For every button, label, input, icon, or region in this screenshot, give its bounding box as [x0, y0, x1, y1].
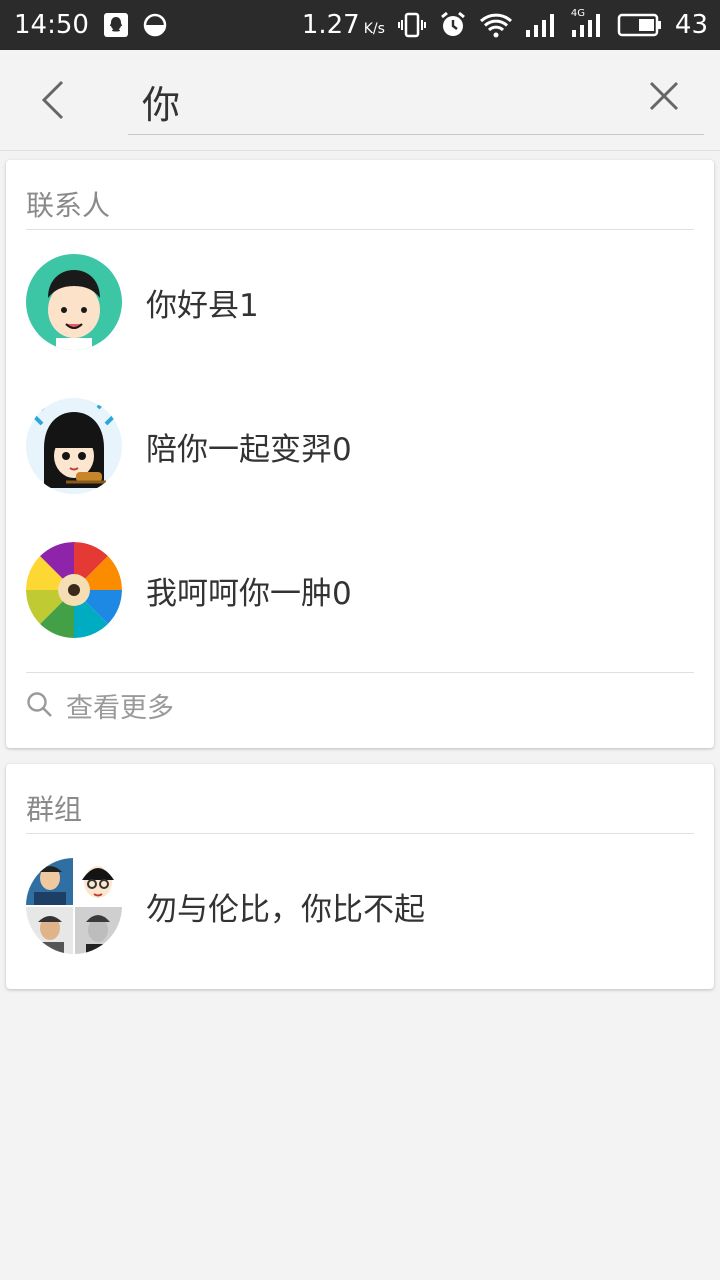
- signal-4g-icon: 4G: [571, 8, 605, 38]
- alarm-icon: [439, 11, 467, 39]
- contact-name: 我呵呵你一肿0: [146, 575, 352, 612]
- speed-value: 1.27: [301, 10, 360, 40]
- groups-card: 群组 勿与伦比，你比不起: [6, 764, 714, 989]
- search-icon: [27, 692, 52, 717]
- close-icon: [649, 81, 679, 111]
- search-query: 你: [142, 82, 181, 127]
- wifi-icon: [479, 11, 513, 39]
- contacts-card: 联系人 你好县1 陪你一起变羿0 我呵呵你一肿0 查看更多: [6, 160, 714, 748]
- groups-section-title: 群组: [26, 793, 83, 826]
- contact-row[interactable]: 你好县1: [6, 230, 714, 374]
- see-more-button[interactable]: 查看更多: [26, 674, 694, 736]
- search-input[interactable]: 你: [128, 68, 704, 135]
- clear-button[interactable]: [646, 78, 682, 114]
- avatar: [26, 254, 122, 350]
- signal-icon: [525, 12, 559, 38]
- back-button[interactable]: [28, 72, 78, 128]
- group-name: 勿与伦比，你比不起: [146, 891, 425, 928]
- network-speed: 1.27 K/s: [302, 10, 385, 40]
- contact-row[interactable]: 我呵呵你一肿0: [6, 518, 714, 662]
- search-header: 你: [0, 50, 720, 151]
- contact-name: 陪你一起变羿0: [146, 431, 352, 468]
- divider: [26, 672, 694, 673]
- status-bar: 14:50 1.27 K/s 4G 43: [0, 0, 720, 50]
- chevron-left-icon: [41, 80, 64, 120]
- group-avatar: [26, 858, 122, 954]
- half-circle-icon: [143, 13, 167, 37]
- status-time: 14:50: [14, 10, 89, 40]
- avatar: [26, 542, 122, 638]
- contact-row[interactable]: 陪你一起变羿0: [6, 374, 714, 518]
- battery-icon: [617, 13, 663, 37]
- contacts-section-title: 联系人: [26, 189, 111, 222]
- group-row[interactable]: 勿与伦比，你比不起: [6, 834, 714, 978]
- contact-name: 你好县1: [146, 287, 259, 324]
- see-more-label: 查看更多: [66, 692, 174, 724]
- vibrate-icon: [397, 12, 427, 38]
- battery-level: 43: [674, 10, 708, 40]
- network-type: 4G: [570, 8, 586, 19]
- qq-icon: [103, 12, 129, 38]
- avatar: [26, 398, 122, 494]
- speed-unit: K/s: [363, 21, 385, 37]
